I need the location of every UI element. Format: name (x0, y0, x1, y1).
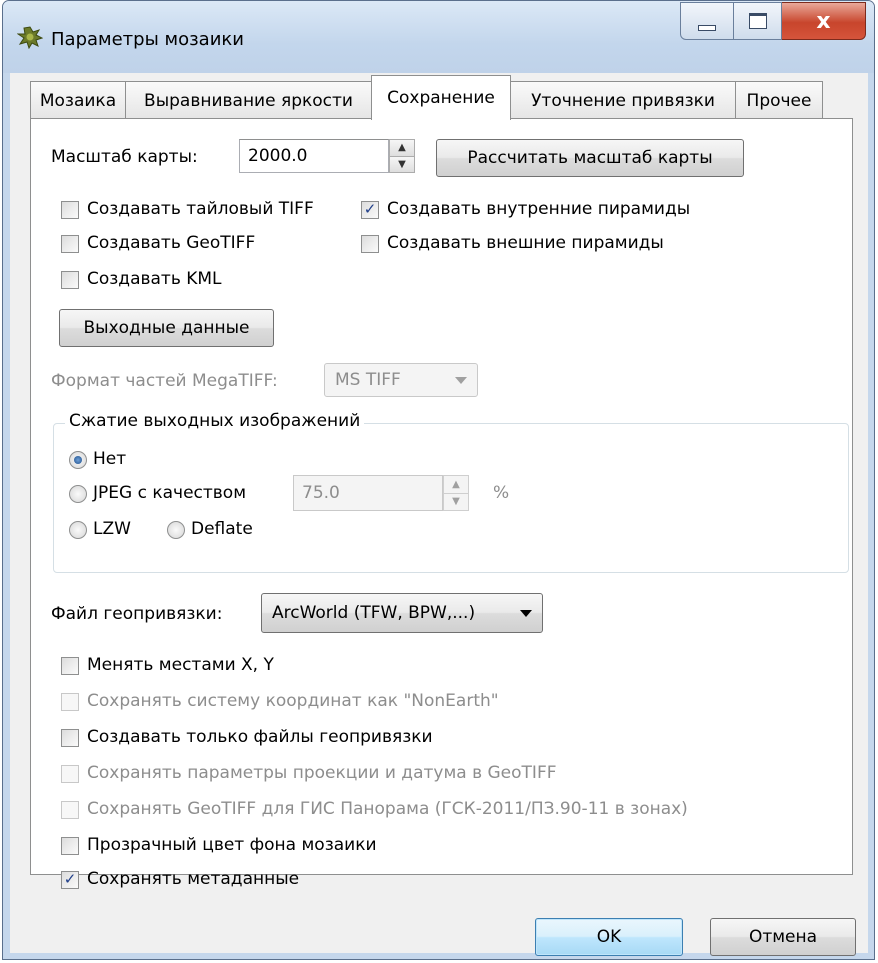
megatiff-label: Формат частей MegaTIFF: (51, 371, 278, 391)
internal-pyramids-checkbox[interactable]: ✓ (361, 201, 379, 219)
kml-label: Создавать KML (87, 269, 222, 289)
compression-lzw-radio[interactable] (69, 521, 87, 539)
title-bar[interactable]: Параметры мозаики x (3, 1, 874, 73)
spin-down-icon[interactable]: ▼ (389, 156, 415, 173)
jpeg-quality-input[interactable]: 75.0 (293, 475, 443, 511)
ok-button[interactable]: OK (535, 918, 683, 956)
maximize-icon (748, 13, 767, 29)
geotiff-label: Создавать GeoTIFF (87, 233, 256, 253)
georef-value: ArcWorld (TFW, BPW,...) (272, 603, 476, 623)
tab-mosaic[interactable]: Мозаика (30, 81, 126, 119)
swap-xy-checkbox[interactable] (61, 657, 79, 675)
compression-jpeg-radio[interactable] (69, 485, 87, 503)
tab-brightness[interactable]: Выравнивание яркости (125, 81, 372, 119)
percent-label: % (493, 483, 510, 503)
dialog-window: Параметры мозаики x Мозаика Выравнивание… (2, 0, 875, 960)
megatiff-value: MS TIFF (335, 370, 401, 390)
checkmark-icon: ✓ (63, 870, 77, 888)
only-georef-checkbox[interactable] (61, 729, 79, 747)
checkmark-icon: ✓ (363, 200, 377, 218)
megatiff-select[interactable]: MS TIFF (324, 363, 478, 397)
metadata-checkbox[interactable]: ✓ (61, 871, 79, 889)
tab-other[interactable]: Прочее (735, 81, 823, 119)
tab-save[interactable]: Сохранение (371, 75, 511, 120)
panorama-label: Сохранять GeoTIFF для ГИС Панорама (ГСК-… (87, 799, 688, 819)
calc-scale-button[interactable]: Рассчитать масштаб карты (436, 139, 744, 177)
only-georef-label: Создавать только файлы геопривязки (87, 727, 433, 747)
non-earth-checkbox[interactable] (61, 693, 79, 711)
save-tab-panel: Масштаб карты: 2000.0 ▲ ▼ Рассчитать мас… (30, 118, 853, 889)
minimize-button[interactable] (680, 2, 734, 40)
spin-up-icon[interactable]: ▲ (389, 139, 415, 157)
maximize-button[interactable] (734, 2, 782, 40)
compression-title: Сжатие выходных изображений (65, 411, 365, 431)
compression-lzw-label: LZW (93, 519, 131, 539)
jpeg-quality-spinner[interactable]: ▲ ▼ (443, 475, 469, 511)
chevron-down-icon (520, 610, 532, 617)
radio-selected-dot (74, 456, 82, 464)
georef-select[interactable]: ArcWorld (TFW, BPW,...) (261, 593, 543, 633)
proj-params-label: Сохранять параметры проекции и датума в … (87, 763, 557, 783)
compression-none-label: Нет (93, 449, 127, 469)
mosaic-app-icon (17, 26, 43, 49)
internal-pyramids-label: Создавать внутренние пирамиды (387, 199, 691, 219)
compression-deflate-radio[interactable] (167, 521, 185, 539)
transparent-bg-checkbox[interactable] (61, 837, 79, 855)
minimize-icon (698, 25, 716, 31)
scale-label: Масштаб карты: (51, 147, 198, 167)
close-icon: x (816, 8, 831, 34)
transparent-bg-label: Прозрачный цвет фона мозаики (87, 835, 377, 855)
swap-xy-label: Менять местами X, Y (87, 655, 274, 675)
output-data-button[interactable]: Выходные данные (59, 309, 274, 347)
kml-checkbox[interactable] (61, 271, 79, 289)
spin-down-icon[interactable]: ▼ (443, 493, 469, 511)
spin-up-icon[interactable]: ▲ (443, 475, 469, 494)
proj-params-checkbox[interactable] (61, 765, 79, 783)
scale-input[interactable]: 2000.0 (239, 139, 389, 173)
external-pyramids-label: Создавать внешние пирамиды (387, 233, 664, 253)
scale-spinner[interactable]: ▲ ▼ (389, 139, 415, 173)
tab-refine[interactable]: Уточнение привязки (510, 81, 736, 119)
compression-jpeg-label: JPEG с качеством (93, 483, 247, 503)
external-pyramids-checkbox[interactable] (361, 235, 379, 253)
georef-label: Файл геопривязки: (51, 604, 223, 624)
compression-deflate-label: Deflate (191, 519, 253, 539)
close-button[interactable]: x (782, 2, 866, 40)
geotiff-checkbox[interactable] (61, 235, 79, 253)
dialog-client: Мозаика Выравнивание яркости Сохранение … (10, 73, 868, 956)
compression-none-radio[interactable] (69, 451, 87, 469)
window-title: Параметры мозаики (51, 29, 244, 50)
tiled-tiff-label: Создавать тайловый TIFF (87, 199, 314, 219)
cancel-button[interactable]: Отмена (710, 918, 856, 956)
panorama-checkbox[interactable] (61, 801, 79, 819)
caption-buttons: x (680, 2, 866, 40)
non-earth-label: Сохранять систему координат как "NonEart… (87, 691, 499, 711)
metadata-label: Сохранять метаданные (87, 869, 300, 889)
tiled-tiff-checkbox[interactable] (61, 201, 79, 219)
chevron-down-icon (455, 377, 467, 384)
